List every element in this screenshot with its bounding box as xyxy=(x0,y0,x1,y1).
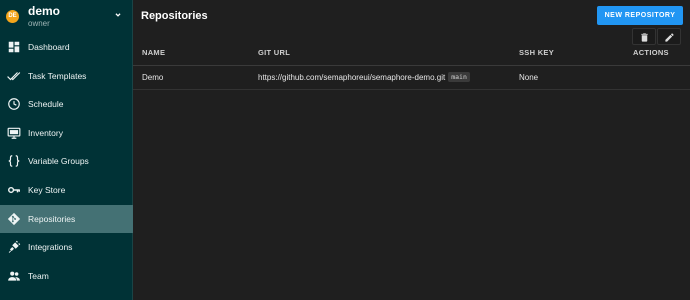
sidebar-item-label: Schedule xyxy=(28,99,64,110)
sidebar-item-label: Variable Groups xyxy=(28,156,89,167)
sidebar-item-team[interactable]: Team xyxy=(0,262,133,291)
sidebar-item-label: Inventory xyxy=(28,127,63,138)
sidebar-item-variable-groups[interactable]: Variable Groups xyxy=(0,147,133,176)
sidebar-item-task-templates[interactable]: Task Templates xyxy=(0,62,133,91)
sidebar-item-repositories[interactable]: Repositories xyxy=(0,204,133,234)
plug-icon xyxy=(8,240,21,253)
column-header-ssh-key[interactable]: SSH KEY xyxy=(519,40,554,66)
sidebar-item-label: Team xyxy=(28,270,49,281)
edit-button[interactable] xyxy=(657,28,681,45)
chevron-down-icon[interactable] xyxy=(113,10,123,20)
page-title: Repositories xyxy=(141,10,208,22)
sidebar-item-label: Integrations xyxy=(28,242,73,253)
sidebar-item-label: Repositories xyxy=(28,213,76,224)
key-icon xyxy=(8,186,20,194)
braces-icon xyxy=(8,155,20,168)
delete-button[interactable] xyxy=(632,28,656,45)
sidebar-item-label: Dashboard xyxy=(28,42,70,52)
project-name: demo xyxy=(28,4,61,18)
sidebar-item-key-store[interactable]: Key Store xyxy=(0,176,133,205)
project-avatar: DE xyxy=(6,10,19,23)
sidebar-item-schedule[interactable]: Schedule xyxy=(0,90,133,119)
people-icon xyxy=(8,271,20,281)
project-role: owner xyxy=(28,19,50,28)
project-switcher[interactable]: DE demo owner xyxy=(0,0,133,33)
clock-icon xyxy=(8,98,20,111)
table-header: NAME GIT URL SSH KEY ACTIONS xyxy=(133,40,690,66)
repository-ssh-key: None xyxy=(519,73,539,82)
sidebar: DE demo owner Dashboard Task Templates S… xyxy=(0,0,133,300)
monitor-icon xyxy=(7,127,21,139)
pencil-icon xyxy=(665,33,674,42)
column-header-name[interactable]: NAME xyxy=(142,40,165,66)
table-row: Demo https://github.com/semaphoreui/sema… xyxy=(133,66,690,90)
sidebar-item-dashboard[interactable]: Dashboard xyxy=(0,33,133,62)
dashboard-icon xyxy=(8,41,20,53)
repositories-table: NAME GIT URL SSH KEY ACTIONS Demo https:… xyxy=(133,40,690,90)
git-icon xyxy=(7,212,21,225)
git-url-text: https://github.com/semaphoreui/semaphore… xyxy=(258,73,446,82)
repository-git-url: https://github.com/semaphoreui/semaphore… xyxy=(258,66,470,90)
sidebar-item-label: Key Store xyxy=(28,184,66,195)
sidebar-item-inventory[interactable]: Inventory xyxy=(0,119,133,148)
sidebar-item-label: Task Templates xyxy=(28,70,87,81)
sidebar-nav: Dashboard Task Templates Schedule Invent… xyxy=(0,33,133,290)
repository-name: Demo xyxy=(142,73,164,82)
new-repository-button[interactable]: NEW REPOSITORY xyxy=(597,6,683,25)
branch-badge: main xyxy=(448,72,470,82)
column-header-git-url[interactable]: GIT URL xyxy=(258,40,290,66)
sidebar-item-integrations[interactable]: Integrations xyxy=(0,233,133,262)
main-content: Repositories NEW REPOSITORY NAME GIT URL… xyxy=(133,0,690,300)
double-check-icon xyxy=(7,71,21,80)
trash-icon xyxy=(641,33,648,42)
